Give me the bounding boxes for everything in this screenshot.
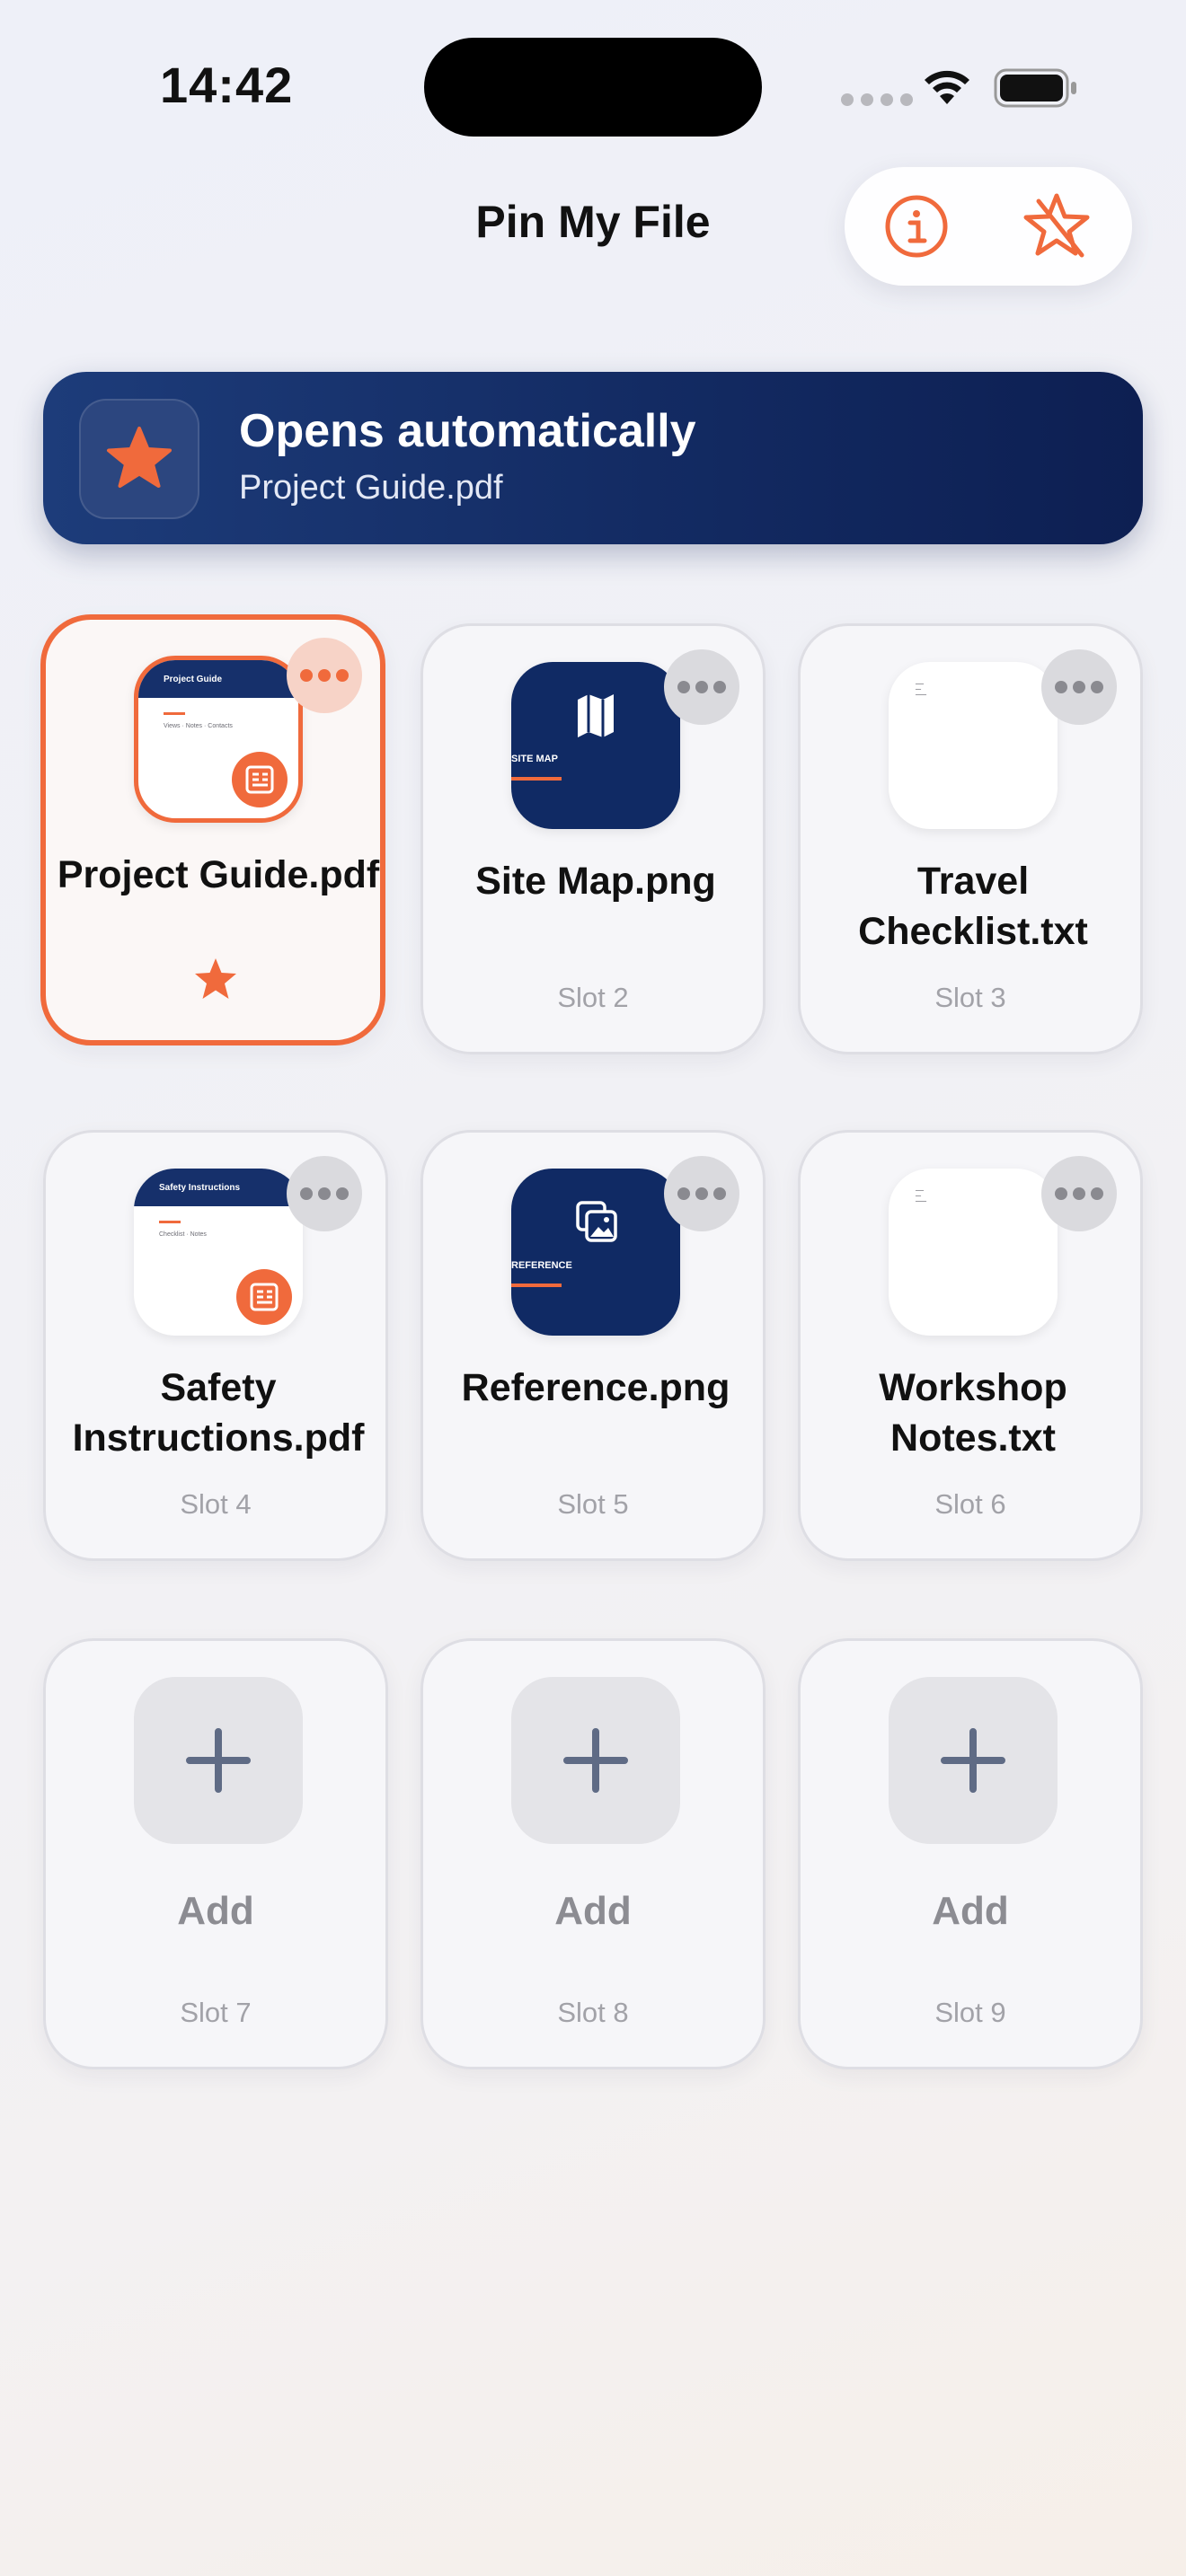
file-name: Site Map.png [475,860,716,903]
slot-card-1[interactable]: Project Guide Views · Notes · Contacts P… [40,614,385,1045]
slot-label: Slot 7 [180,1997,252,2028]
file-name: Safety Instructions.pdf [72,1366,365,1460]
more-options-button[interactable] [287,638,362,713]
more-options-button[interactable] [1041,1156,1117,1231]
thumbnail-text: Views · Notes · Contacts [164,723,233,729]
slot-card-6[interactable]: ━━━ ━━ ━━━━ Workshop Notes.txt Slot 6 [798,1130,1143,1561]
banner-title: Opens automatically [239,405,696,457]
add-label: Add [932,1889,1009,1933]
more-options-button[interactable] [287,1156,362,1231]
photo-gallery-icon [576,1201,617,1242]
slot-label: Slot 6 [934,1488,1006,1520]
thumbnail-title: Project Guide [138,660,298,698]
file-name: Project Guide.pdf [57,853,380,896]
add-label: Add [554,1889,632,1933]
slot-card-7[interactable]: Add Slot 7 [43,1638,388,2069]
slot-card-3[interactable]: ━━━ ━━ ━━━━ Travel Checklist.txt Slot 3 [798,623,1143,1054]
file-name: Travel Checklist.txt [858,860,1088,953]
banner-icon-box [79,399,199,519]
file-thumbnail: Project Guide Views · Notes · Contacts [134,656,303,823]
slot-label: Slot 2 [557,982,629,1013]
slot-label: Slot 3 [934,982,1006,1013]
file-name: Reference.png [461,1366,730,1409]
slot-card-2[interactable]: SITE MAP Site Map.png Slot 2 [420,623,766,1054]
dynamic-island [424,38,762,137]
file-thumbnail: REFERENCE [511,1169,680,1336]
cellular-signal-icon [841,93,913,106]
banner-file-name: Project Guide.pdf [239,469,503,507]
thumbnail-caption: REFERENCE [511,1260,572,1271]
slot-card-4[interactable]: Safety Instructions Checklist · Notes Sa… [43,1130,388,1561]
add-file-button[interactable] [511,1677,680,1844]
plus-icon [186,1728,251,1793]
file-thumbnail: ━━━ ━━ ━━━━ [889,662,1058,829]
info-button[interactable] [872,181,961,271]
slot-label: Slot 9 [934,1997,1006,2028]
star-icon [107,427,172,488]
slot-card-9[interactable]: Add Slot 9 [798,1638,1143,2069]
add-file-button[interactable] [889,1677,1058,1844]
thumbnail-caption: SITE MAP [511,754,558,764]
file-name: Workshop Notes.txt [879,1366,1067,1460]
auto-open-banner[interactable]: Opens automatically Project Guide.pdf [43,372,1143,544]
slot-label: Slot 4 [180,1488,252,1520]
more-options-button[interactable] [664,649,739,725]
favorite-star-icon [195,958,236,999]
favorites-button[interactable] [1012,181,1102,271]
slot-card-8[interactable]: Add Slot 8 [420,1638,766,2069]
pdf-badge-icon [236,1269,292,1325]
plus-icon [563,1728,628,1793]
add-label: Add [177,1889,254,1933]
file-thumbnail: Safety Instructions Checklist · Notes [134,1169,303,1336]
battery-icon [994,68,1076,108]
file-thumbnail: ━━━ ━━ ━━━━ [889,1169,1058,1336]
more-options-button[interactable] [664,1156,739,1231]
slot-label: Slot 5 [557,1488,629,1520]
more-options-button[interactable] [1041,649,1117,725]
header-actions [845,167,1132,286]
thumbnail-text: Checklist · Notes [159,1231,207,1238]
file-thumbnail: SITE MAP [511,662,680,829]
thumbnail-title: Safety Instructions [134,1169,303,1206]
plus-icon [941,1728,1005,1793]
info-circle-icon [885,195,948,258]
slot-card-5[interactable]: REFERENCE Reference.png Slot 5 [420,1130,766,1561]
star-slash-icon [1023,193,1090,258]
status-time: 14:42 [160,57,294,113]
add-file-button[interactable] [134,1677,303,1844]
wifi-icon [925,70,969,104]
pdf-badge-icon [232,752,288,807]
slot-label: Slot 8 [557,1997,629,2028]
map-icon [578,694,614,737]
